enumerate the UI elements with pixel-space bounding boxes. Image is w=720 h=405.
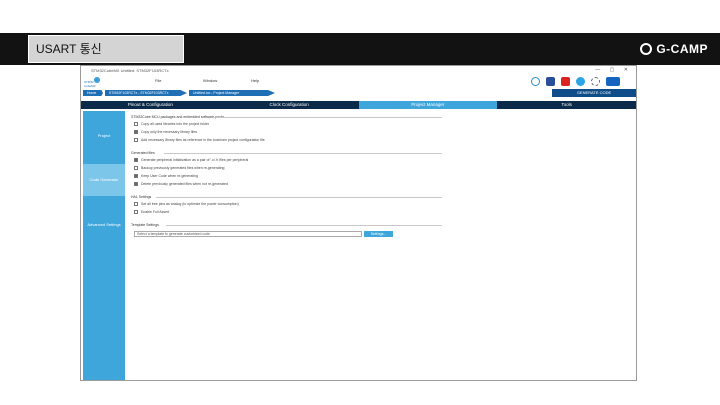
template-settings-button[interactable]: Settings... bbox=[364, 231, 393, 237]
checkbox-free-pins-analog[interactable] bbox=[134, 202, 138, 206]
facebook-icon[interactable] bbox=[546, 77, 555, 86]
window-controls[interactable]: — ▢ ✕ bbox=[595, 66, 632, 75]
tab-clock[interactable]: Clock Configuration bbox=[220, 101, 359, 109]
checkbox-full-assert[interactable] bbox=[134, 210, 138, 214]
option-copy-all[interactable]: Copy all used libraries into the project… bbox=[134, 122, 209, 126]
settings-icon[interactable] bbox=[531, 77, 540, 86]
checkbox-pair-files[interactable] bbox=[134, 158, 138, 162]
tab-project-manager[interactable]: Project Manager bbox=[358, 101, 498, 109]
option-delete-files[interactable]: Delete previously generated files when n… bbox=[134, 182, 228, 186]
checkbox-keep-user-code[interactable] bbox=[134, 174, 138, 178]
checkbox-backup[interactable] bbox=[134, 166, 138, 170]
crumb-mcu[interactable]: STM32F103RCTx - STM32F103RCTx bbox=[105, 90, 187, 96]
group-title-generated-files: Generated files bbox=[131, 151, 155, 155]
menu-help[interactable]: Help bbox=[251, 78, 259, 83]
main-tabs: Pinout & Configuration Clock Configurati… bbox=[81, 101, 636, 109]
slide-title: USART 통신 bbox=[28, 35, 184, 63]
social-icons bbox=[531, 77, 620, 86]
group-divider bbox=[156, 197, 442, 198]
code-generator-panel: STM32Cube MCU packages and embedded soft… bbox=[126, 111, 636, 380]
menu-file[interactable]: File bbox=[155, 78, 161, 83]
sidebar-item-project[interactable]: Project bbox=[83, 133, 125, 138]
option-pair-files[interactable]: Generate peripheral initialization as a … bbox=[134, 158, 248, 162]
group-divider bbox=[214, 117, 442, 118]
logo-line2: CubeMX bbox=[84, 84, 96, 88]
option-free-pins-analog[interactable]: Set all free pins as analog (to optimize… bbox=[134, 202, 239, 206]
option-add-reference[interactable]: Add necessary library files as reference… bbox=[134, 138, 265, 142]
radio-copy-all[interactable] bbox=[134, 122, 138, 126]
option-keep-user-code[interactable]: Keep User Code when re-generating bbox=[134, 174, 198, 178]
radio-add-reference[interactable] bbox=[134, 138, 138, 142]
brand-text: G-CAMP bbox=[656, 42, 708, 56]
option-copy-necessary[interactable]: Copy only the necessary library files bbox=[134, 130, 197, 134]
menu-window[interactable]: Window bbox=[203, 78, 217, 83]
cube-icon bbox=[93, 77, 100, 83]
youtube-icon[interactable] bbox=[561, 77, 570, 86]
st-logo-icon[interactable] bbox=[606, 77, 620, 86]
stm32cubemx-logo: STM32 CubeMX bbox=[84, 77, 100, 88]
brand-logo: G-CAMP bbox=[640, 41, 708, 57]
tab-tools[interactable]: Tools bbox=[497, 101, 636, 109]
group-title-packages: STM32Cube MCU packages and embedded soft… bbox=[131, 115, 225, 119]
option-full-assert[interactable]: Enable Full Assert bbox=[134, 210, 169, 214]
radio-copy-necessary[interactable] bbox=[134, 130, 138, 134]
window-titlebar: STM32CubeMX Untitled: STM32F103RCTx bbox=[91, 68, 169, 73]
group-title-hal-settings: HAL Settings bbox=[131, 195, 152, 199]
crumb-project[interactable]: Untitled.ioc - Project Manager bbox=[189, 90, 275, 96]
twitter-icon[interactable] bbox=[576, 77, 585, 86]
group-divider bbox=[166, 225, 442, 226]
menu-bar: STM32 CubeMX File Window Help bbox=[81, 75, 636, 89]
network-icon[interactable] bbox=[591, 77, 600, 86]
gear-logo-icon bbox=[640, 43, 653, 55]
template-input[interactable]: Select a template to generate customized… bbox=[134, 231, 362, 237]
crumb-home[interactable]: Home bbox=[83, 90, 103, 96]
app-window: STM32CubeMX Untitled: STM32F103RCTx — ▢ … bbox=[80, 65, 637, 381]
group-divider bbox=[164, 153, 442, 154]
checkbox-delete-files[interactable] bbox=[134, 182, 138, 186]
generate-code-button[interactable]: GENERATE CODE bbox=[552, 89, 636, 97]
sidebar-item-advanced-settings[interactable]: Advanced Settings bbox=[83, 222, 125, 227]
sidebar-item-code-generator[interactable]: Code Generator bbox=[83, 164, 125, 196]
option-backup[interactable]: Backup previously generated files when r… bbox=[134, 166, 224, 170]
sidebar: Project Code Generator Advanced Settings bbox=[83, 111, 125, 380]
tab-pinout[interactable]: Pinout & Configuration bbox=[81, 101, 220, 109]
group-title-template-settings: Template Settings bbox=[131, 223, 159, 227]
breadcrumb: Home STM32F103RCTx - STM32F103RCTx Untit… bbox=[81, 89, 636, 97]
